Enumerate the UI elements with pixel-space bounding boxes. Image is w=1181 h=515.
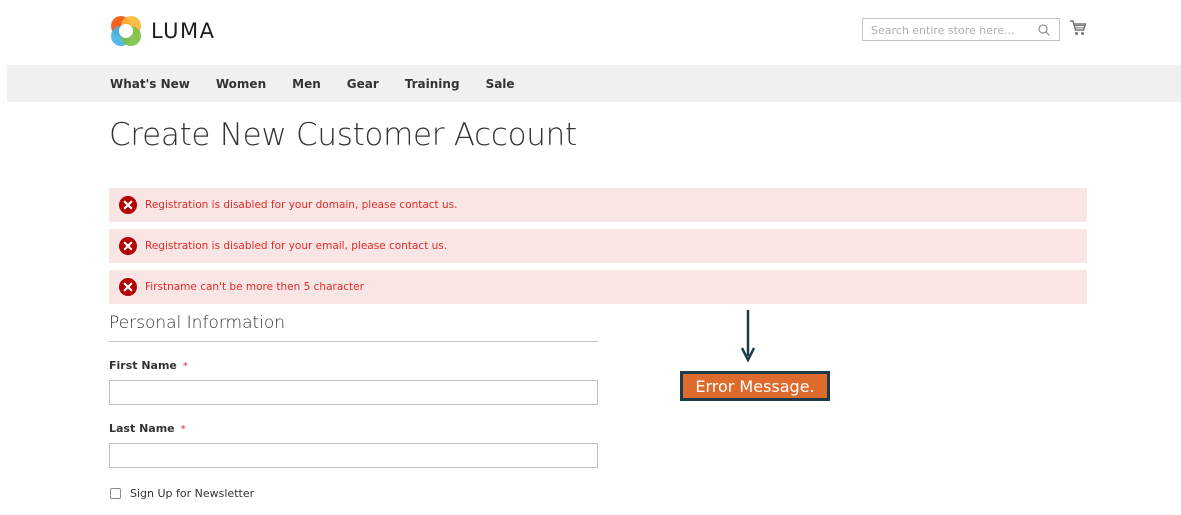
cart-icon[interactable] xyxy=(1069,19,1087,37)
last-name-input[interactable] xyxy=(109,443,598,468)
first-name-input[interactable] xyxy=(109,380,598,405)
error-message: Registration is disabled for your domain… xyxy=(109,188,1087,222)
error-message-callout: Error Message. xyxy=(680,371,830,401)
error-circle-icon xyxy=(119,196,137,214)
section-legend: Personal Information xyxy=(109,313,286,333)
error-message-text: Registration is disabled for your email,… xyxy=(145,240,448,252)
newsletter-checkbox[interactable] xyxy=(110,488,121,499)
nav-item-gear[interactable]: Gear xyxy=(347,77,379,91)
search-box xyxy=(862,18,1060,41)
nav-item-training[interactable]: Training xyxy=(405,77,460,91)
error-message-text: Registration is disabled for your domain… xyxy=(145,199,458,211)
page: LUMA What's New Women Men Gear Training … xyxy=(0,0,1181,515)
error-message: Registration is disabled for your email,… xyxy=(109,229,1087,263)
nav-item-women[interactable]: Women xyxy=(216,77,266,91)
search-icon[interactable] xyxy=(1037,23,1051,37)
nav-item-sale[interactable]: Sale xyxy=(486,77,515,91)
newsletter-option: Sign Up for Newsletter xyxy=(110,487,254,500)
error-circle-icon xyxy=(119,237,137,255)
required-mark: * xyxy=(182,361,188,372)
last-name-label-text: Last Name xyxy=(109,422,175,435)
newsletter-label[interactable]: Sign Up for Newsletter xyxy=(130,487,254,500)
nav-item-men[interactable]: Men xyxy=(292,77,321,91)
first-name-label: First Name * xyxy=(109,359,188,372)
main-nav: What's New Women Men Gear Training Sale xyxy=(7,65,1181,102)
required-mark: * xyxy=(180,424,186,435)
luma-logo-icon xyxy=(111,16,141,46)
error-message: Firstname can't be more then 5 character xyxy=(109,270,1087,304)
nav-item-whats-new[interactable]: What's New xyxy=(110,77,190,91)
arrow-down-icon xyxy=(740,310,756,362)
page-title: Create New Customer Account xyxy=(109,117,577,153)
first-name-label-text: First Name xyxy=(109,359,177,372)
error-message-text: Firstname can't be more then 5 character xyxy=(145,281,364,293)
divider xyxy=(109,341,598,342)
last-name-label: Last Name * xyxy=(109,422,186,435)
error-circle-icon xyxy=(119,278,137,296)
nav-items: What's New Women Men Gear Training Sale xyxy=(110,65,541,102)
brand-name: LUMA xyxy=(151,19,216,43)
logo-link[interactable]: LUMA xyxy=(109,14,216,48)
search-input[interactable] xyxy=(863,20,1031,41)
